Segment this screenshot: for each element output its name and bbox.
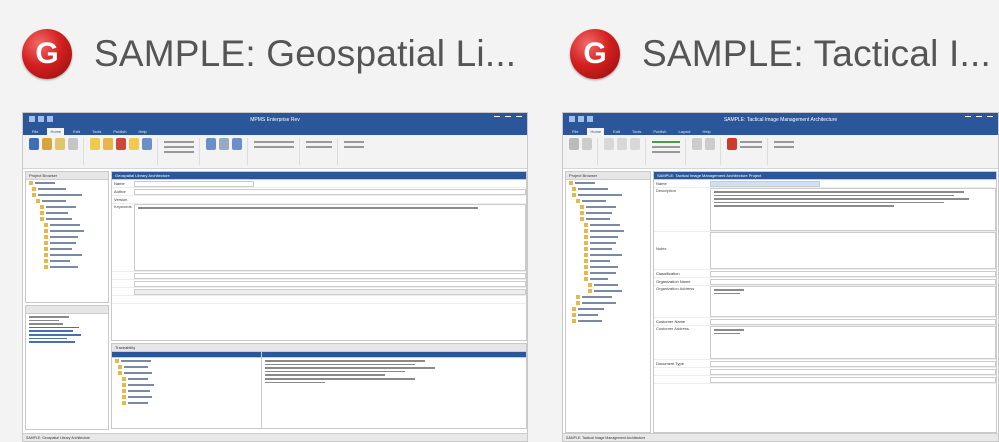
thumb-statusbar: SAMPLE: Geospatial Library Architecture <box>23 433 527 441</box>
thumb-window-title: SAMPLE: Tactical Image Management Archit… <box>723 116 838 123</box>
detail-form-pane[interactable]: SAMPLE: Tactical Image Management Archit… <box>653 171 997 433</box>
tree-item[interactable] <box>26 264 108 270</box>
card-thumbnail[interactable]: MPMS Enterprise Rev File Home Edit Tools… <box>22 112 528 442</box>
pane-header: Project Browser <box>566 172 650 180</box>
form-field[interactable]: Description <box>654 188 996 232</box>
project-browser-pane[interactable]: Project Browser <box>25 171 109 303</box>
form-field[interactable]: Customer Name <box>654 318 996 326</box>
thumb-ribbon <box>563 135 998 169</box>
thumb-tab: Layout <box>678 129 691 134</box>
thumb-tab: Publish <box>113 129 127 134</box>
form-field[interactable] <box>112 272 526 280</box>
form-field[interactable]: Notes <box>654 232 996 270</box>
thumb-titlebar: MPMS Enterprise Rev <box>23 113 527 126</box>
project-card-geospatial[interactable]: G SAMPLE: Geospatial Li... MPMS Enterpri… <box>0 0 548 442</box>
form-field[interactable] <box>112 288 526 296</box>
thumb-ribbon <box>23 135 527 169</box>
thumb-statusbar: SAMPLE: Tactical Image Management Archit… <box>563 433 998 441</box>
card-thumbnail[interactable]: SAMPLE: Tactical Image Management Archit… <box>562 112 999 442</box>
form-field[interactable] <box>112 280 526 288</box>
card-title[interactable]: SAMPLE: Geospatial Li... <box>94 33 516 75</box>
form-field[interactable] <box>654 368 996 376</box>
card-header[interactable]: G SAMPLE: Geospatial Li... <box>0 0 548 108</box>
detail-form-pane[interactable]: Geospatial Library Architecture Name Aut… <box>111 171 527 341</box>
thumb-tab: Help <box>702 129 711 134</box>
thumb-tab: Tools <box>92 129 102 134</box>
app-logo-icon: G <box>570 29 620 79</box>
card-header[interactable]: G SAMPLE: Tactical I... <box>550 0 999 108</box>
detail-header: SAMPLE: Tactical Image Management Archit… <box>654 172 996 180</box>
thumb-tab: File <box>32 129 39 134</box>
pane-header: Traceability <box>112 344 526 352</box>
form-field[interactable]: Name <box>654 180 996 188</box>
form-field[interactable]: Version <box>112 196 526 204</box>
form-field[interactable]: Organization Address <box>654 286 996 318</box>
form-field-label: Keywords <box>114 204 132 209</box>
form-field[interactable]: Customer Address <box>654 326 996 360</box>
form-field[interactable]: Name <box>112 180 526 188</box>
properties-pane[interactable] <box>25 305 109 430</box>
form-field[interactable]: Author <box>112 188 526 196</box>
app-logo-icon: G <box>22 29 72 79</box>
thumb-tab: Tools <box>632 129 642 134</box>
thumb-window-title: MPMS Enterprise Rev <box>250 116 300 123</box>
card-title[interactable]: SAMPLE: Tactical I... <box>642 33 991 75</box>
thumb-tab: File <box>572 129 579 134</box>
description-area[interactable] <box>134 204 526 271</box>
project-card-tactical[interactable]: G SAMPLE: Tactical I... SAMPLE: Tactical… <box>550 0 999 442</box>
form-field[interactable] <box>654 376 996 384</box>
thumb-tab: Edit <box>613 129 621 134</box>
pane-header <box>26 306 108 314</box>
form-field[interactable]: Document Type <box>654 360 996 368</box>
thumb-ribbon-tabs: File Home Edit Tools Publish Layout Help <box>563 126 998 135</box>
thumb-tab: Publish <box>653 129 667 134</box>
detail-header: Geospatial Library Architecture <box>112 172 526 180</box>
project-browser-pane[interactable]: Project Browser <box>565 171 651 433</box>
traceability-pane[interactable]: Traceability <box>111 343 527 429</box>
thumb-tab: Edit <box>73 129 81 134</box>
thumb-tab: Home <box>587 128 605 135</box>
form-field[interactable]: Classification <box>654 270 996 278</box>
form-field[interactable] <box>112 296 526 304</box>
form-field[interactable]: Organization Name <box>654 278 996 286</box>
tree-item[interactable] <box>566 318 650 324</box>
pane-header: Project Browser <box>26 172 108 180</box>
thumb-ribbon-tabs: File Home Edit Tools Publish Help <box>23 126 527 135</box>
thumb-tab: Home <box>47 128 65 135</box>
thumb-titlebar: SAMPLE: Tactical Image Management Archit… <box>563 113 998 126</box>
thumb-tab: Help <box>138 129 147 134</box>
